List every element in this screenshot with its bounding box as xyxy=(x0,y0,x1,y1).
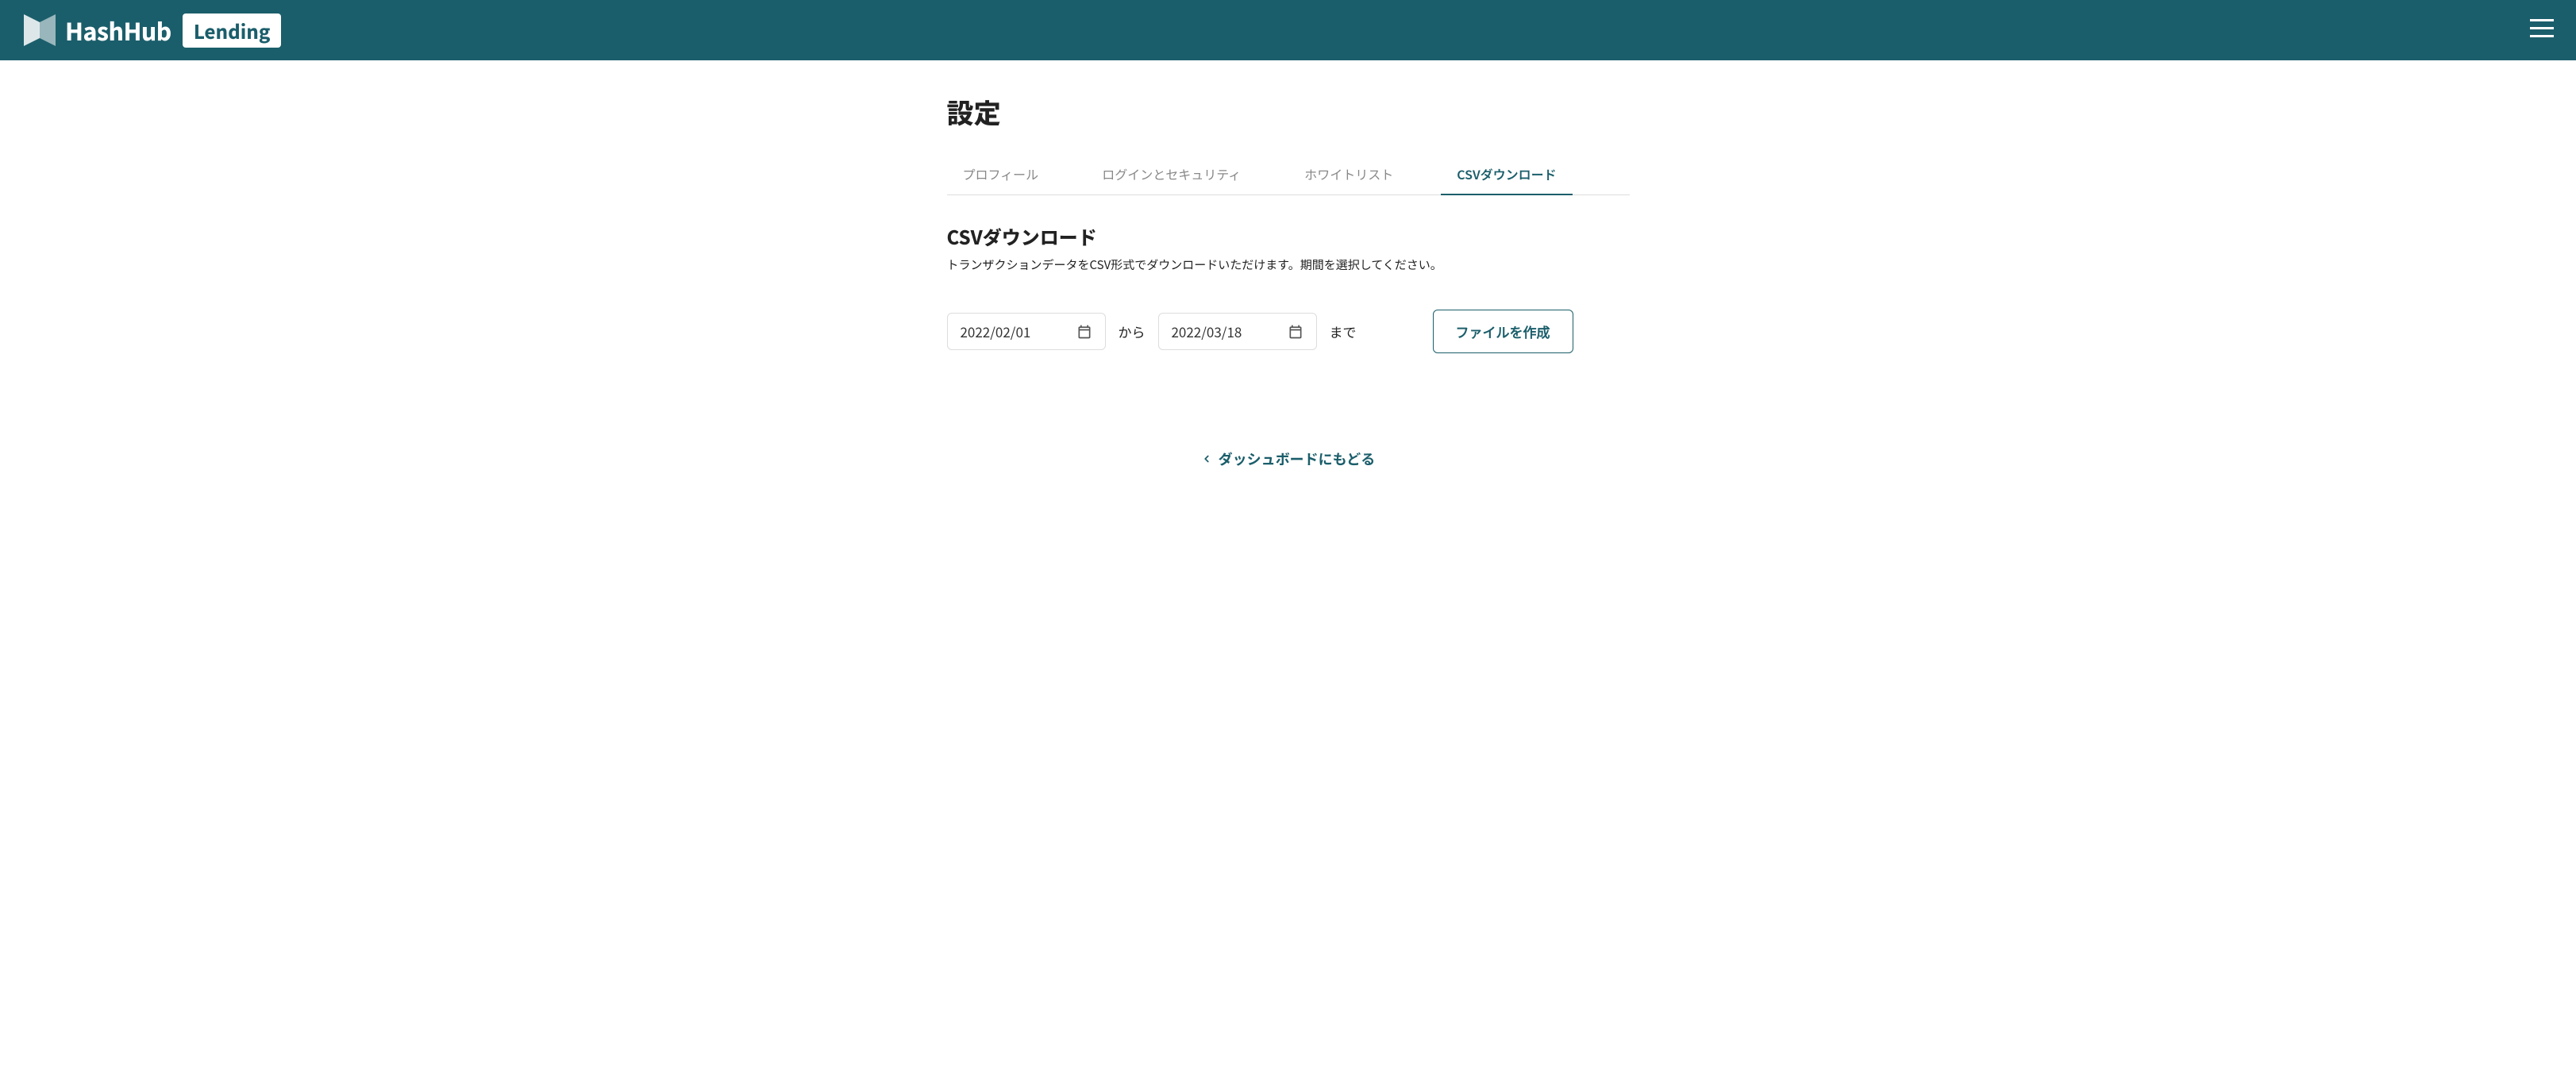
csv-section-title: CSVダウンロード xyxy=(947,222,1630,250)
brand-badge: Lending xyxy=(183,13,282,48)
chevron-left-icon xyxy=(1201,453,1212,464)
date-range-row: 2022/02/01 から 2022/03/18 まで ファイルを作成 xyxy=(947,310,1630,353)
tab-whitelist[interactable]: ホワイトリスト xyxy=(1288,153,1409,194)
calendar-icon xyxy=(1288,324,1303,340)
brand-name: HashHub xyxy=(65,13,171,48)
main-content: 設定 プロフィール ログインとセキュリティ ホワイトリスト CSVダウンロード … xyxy=(931,60,1646,501)
back-link-label: ダッシュボードにもどる xyxy=(1219,449,1376,469)
tab-profile[interactable]: プロフィール xyxy=(947,153,1055,194)
site-header: HashHub Lending xyxy=(0,0,2576,60)
to-label: まで xyxy=(1330,322,1357,341)
date-from-value: 2022/02/01 xyxy=(961,322,1031,341)
tab-security[interactable]: ログインとセキュリティ xyxy=(1086,153,1257,194)
calendar-icon xyxy=(1076,324,1092,340)
date-from-input[interactable]: 2022/02/01 xyxy=(947,313,1106,350)
date-to-input[interactable]: 2022/03/18 xyxy=(1158,313,1317,350)
brand-logo[interactable]: HashHub Lending xyxy=(22,13,281,48)
hamburger-icon xyxy=(2530,19,2554,38)
settings-tabs: プロフィール ログインとセキュリティ ホワイトリスト CSVダウンロード xyxy=(947,153,1630,195)
hamburger-menu-button[interactable] xyxy=(2530,19,2554,42)
tab-csv-download[interactable]: CSVダウンロード xyxy=(1441,153,1572,194)
create-file-button[interactable]: ファイルを作成 xyxy=(1433,310,1573,353)
csv-section-description: トランザクションデータをCSV形式でダウンロードいただけます。期間を選択してくだ… xyxy=(947,256,1630,273)
page-title: 設定 xyxy=(947,92,1630,131)
from-label: から xyxy=(1119,322,1146,341)
hashhub-logo-icon xyxy=(22,13,57,48)
date-to-value: 2022/03/18 xyxy=(1172,322,1242,341)
back-to-dashboard-link[interactable]: ダッシュボードにもどる xyxy=(1201,449,1376,469)
